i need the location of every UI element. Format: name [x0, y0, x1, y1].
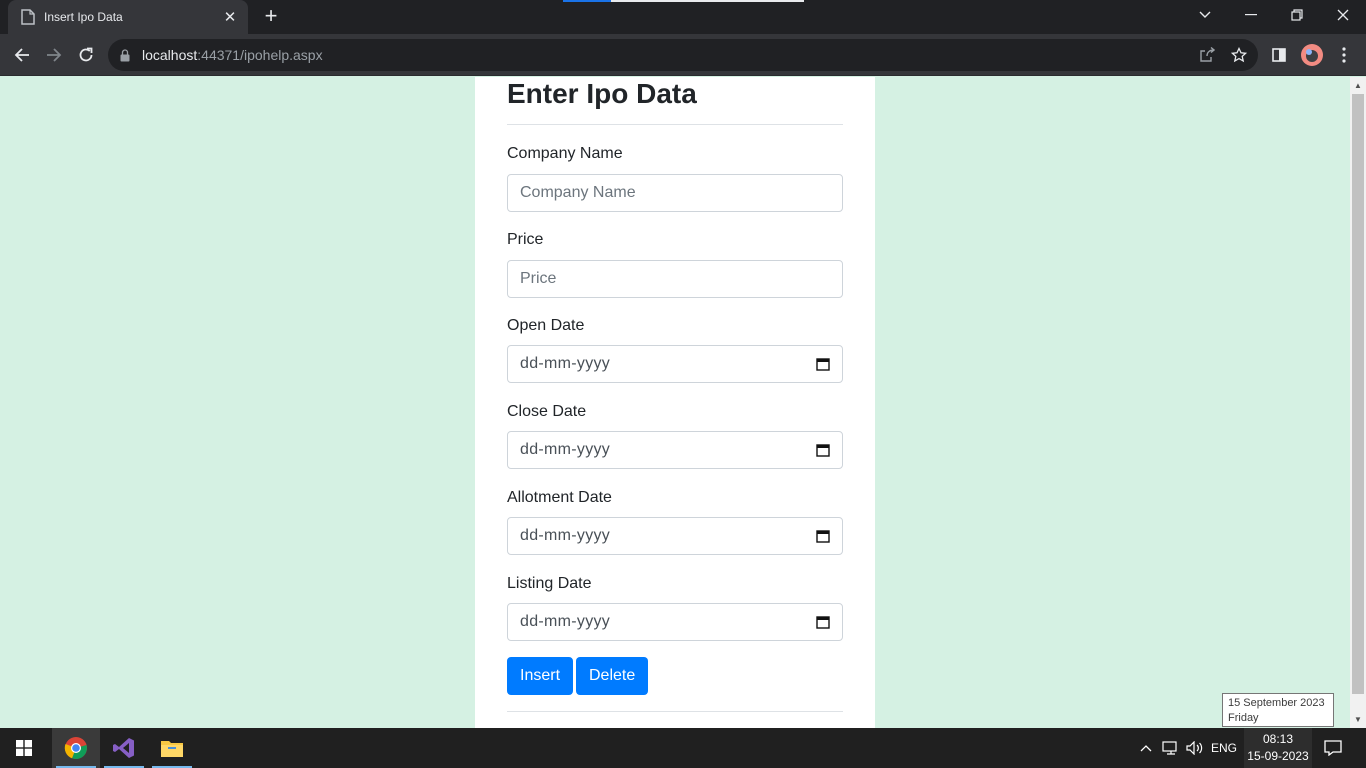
- language-indicator[interactable]: ENG: [1208, 728, 1240, 768]
- tooltip-date: 15 September 2023: [1228, 697, 1325, 709]
- loading-indicator: [563, 0, 804, 2]
- calendar-icon[interactable]: [816, 529, 830, 543]
- tab-close-icon[interactable]: ✕: [222, 8, 238, 26]
- back-arrow-icon[interactable]: [6, 39, 38, 71]
- ipo-form-card: Enter Ipo Data Company Name Price Open D…: [475, 77, 875, 728]
- browser-tab[interactable]: Insert Ipo Data ✕: [8, 0, 248, 34]
- vertical-scrollbar[interactable]: ▲ ▼: [1350, 77, 1366, 728]
- page-viewport: Enter Ipo Data Company Name Price Open D…: [0, 77, 1350, 728]
- reload-icon[interactable]: [70, 39, 102, 71]
- allotment-date-value: dd-mm-yyyy: [520, 527, 611, 544]
- windows-taskbar: ENG 08:13 15-09-2023: [0, 728, 1366, 768]
- notification-center-icon[interactable]: [1318, 728, 1348, 768]
- divider: [507, 711, 843, 712]
- scroll-down-arrow-icon[interactable]: ▼: [1350, 711, 1366, 728]
- tab-search-chevron-icon[interactable]: [1182, 0, 1228, 30]
- browser-tab-strip: Insert Ipo Data ✕ +: [0, 0, 1366, 34]
- scroll-up-arrow-icon[interactable]: ▲: [1350, 77, 1366, 94]
- side-panel-icon[interactable]: [1263, 39, 1295, 71]
- listing-date-input[interactable]: dd-mm-yyyy: [507, 603, 843, 641]
- bookmark-star-icon[interactable]: [1230, 46, 1248, 64]
- listing-date-label: Listing Date: [507, 575, 592, 592]
- new-tab-plus-icon[interactable]: +: [259, 5, 283, 29]
- clock-time: 08:13: [1262, 732, 1294, 746]
- windows-start-icon[interactable]: [0, 728, 48, 768]
- close-date-input[interactable]: dd-mm-yyyy: [507, 431, 843, 469]
- restore-icon[interactable]: [1274, 0, 1320, 30]
- price-label: Price: [507, 231, 544, 248]
- delete-button[interactable]: Delete: [576, 657, 649, 695]
- profile-avatar-icon[interactable]: [1296, 39, 1328, 71]
- forward-arrow-icon[interactable]: [38, 39, 70, 71]
- calendar-icon[interactable]: [816, 357, 830, 371]
- system-clock[interactable]: 08:13 15-09-2023: [1244, 728, 1312, 768]
- company-name-label: Company Name: [507, 145, 623, 162]
- share-icon[interactable]: [1198, 46, 1216, 64]
- calendar-icon[interactable]: [816, 443, 830, 457]
- close-window-icon[interactable]: [1320, 0, 1366, 30]
- lock-icon[interactable]: [120, 48, 132, 62]
- company-name-input[interactable]: [507, 174, 843, 212]
- page-icon: [20, 9, 36, 25]
- divider: [507, 124, 843, 125]
- price-input[interactable]: [507, 260, 843, 298]
- open-date-label: Open Date: [507, 317, 585, 334]
- page-title: Enter Ipo Data: [507, 78, 697, 109]
- calendar-icon[interactable]: [816, 615, 830, 629]
- volume-icon[interactable]: [1184, 728, 1206, 768]
- allotment-date-input[interactable]: dd-mm-yyyy: [507, 517, 843, 555]
- close-date-label: Close Date: [507, 403, 587, 420]
- tab-title: Insert Ipo Data: [44, 10, 123, 24]
- address-bar[interactable]: localhost:44371/ipohelp.aspx: [108, 39, 1258, 71]
- clock-date: 15-09-2023: [1247, 749, 1309, 763]
- chrome-taskbar-icon[interactable]: [52, 728, 100, 768]
- minimize-icon[interactable]: [1228, 0, 1274, 30]
- listing-date-value: dd-mm-yyyy: [520, 613, 611, 630]
- visual-studio-taskbar-icon[interactable]: [100, 728, 148, 768]
- menu-kebab-icon[interactable]: [1328, 39, 1360, 71]
- network-icon[interactable]: [1160, 728, 1182, 768]
- insert-button[interactable]: Insert: [507, 657, 574, 695]
- file-explorer-taskbar-icon[interactable]: [148, 728, 196, 768]
- show-hidden-icons-chevron-icon[interactable]: [1136, 728, 1156, 768]
- close-date-value: dd-mm-yyyy: [520, 441, 611, 458]
- url-host: localhost: [142, 47, 198, 63]
- allotment-date-label: Allotment Date: [507, 489, 612, 506]
- tooltip-day: Friday: [1228, 712, 1259, 724]
- open-date-input[interactable]: dd-mm-yyyy: [507, 345, 843, 383]
- date-tooltip: 15 September 2023 Friday: [1222, 693, 1334, 727]
- scrollbar-thumb[interactable]: [1352, 94, 1364, 694]
- browser-toolbar: localhost:44371/ipohelp.aspx: [0, 34, 1366, 76]
- url-path: :44371/ipohelp.aspx: [197, 47, 323, 63]
- open-date-value: dd-mm-yyyy: [520, 355, 611, 372]
